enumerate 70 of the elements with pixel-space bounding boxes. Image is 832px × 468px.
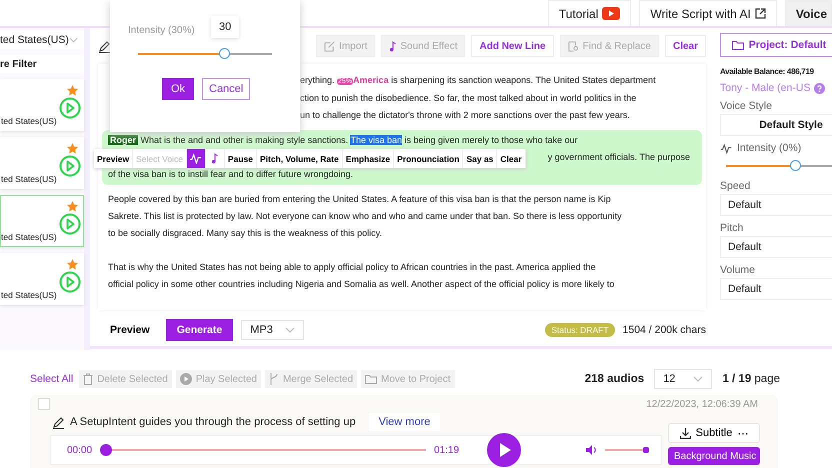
script-text: erything. [300, 75, 336, 85]
current-time: 00:00 [67, 444, 92, 456]
voice-card[interactable]: ted States(US) [0, 79, 84, 131]
setting-select[interactable]: Default [720, 194, 832, 216]
voice-language: ted States(US) [1, 116, 57, 126]
inline-tool-button[interactable]: Pause [224, 149, 257, 168]
view-more-link[interactable]: View more [368, 413, 440, 431]
subtitle-label: Subtitle [696, 427, 732, 439]
field-label: Volume [720, 264, 756, 276]
cancel-button[interactable]: Cancel [202, 78, 250, 100]
voice-language: ted States(US) [1, 232, 57, 242]
script-text: y government officials. The purpose [548, 152, 690, 162]
generate-button[interactable]: Generate [166, 319, 234, 341]
speaker-tag[interactable]: Roger [108, 135, 138, 145]
more-icon[interactable]: ⋯ [737, 426, 748, 440]
page-indicator: 1 / 19 page [722, 373, 780, 385]
script-text: ction to punish the disobedience. So far, the most talked about in world politics in the [300, 93, 636, 103]
toolbar-button[interactable]: Add New Line [471, 35, 554, 57]
script-text: un to challenge the dictator's throne with 2 more sanctions over the past few years. [300, 110, 630, 120]
field-label: Voice Style [720, 100, 773, 112]
filter-button[interactable]: re Filter [0, 55, 84, 73]
inline-tool-button[interactable]: Pitch, Volume, Rate [256, 149, 343, 168]
audio-text: A SetupIntent guides you through the process of setting up [70, 416, 356, 428]
balance-text: Available Balance: 486,719 [720, 67, 815, 76]
background-music-button[interactable]: Background Music [668, 447, 760, 465]
voice-language: ted States(US) [1, 290, 57, 300]
top-tab[interactable]: Voice [784, 0, 832, 26]
inline-tool-button[interactable]: Say as [463, 149, 498, 168]
inline-tool-button[interactable]: Preview [94, 149, 134, 168]
audio-count: 218 audios [584, 373, 644, 385]
setting-select[interactable]: Default [720, 278, 832, 300]
project-button[interactable]: Project: Default [720, 33, 832, 57]
script-text: of the visa ban is to instill fear and to differ future wrongdoing. [108, 169, 353, 179]
subtitle-button[interactable]: Subtitle ⋯ [668, 423, 760, 443]
script-text: What is the and and other is making style sanctions. [140, 135, 350, 145]
inline-tool-button[interactable]: Clear [497, 149, 526, 168]
script-text: is sharpening its sanction weapons. The United States department [390, 75, 656, 85]
script-text: is being given merely to those who take our [404, 135, 578, 145]
selected-text: The visa ban [350, 135, 402, 145]
script-text: to be socially disgraced. Many say this is the weakness of this policy. [108, 228, 382, 238]
top-tab[interactable]: Write Script with AI [639, 0, 777, 26]
voice-style-select[interactable]: Default Style [720, 114, 832, 136]
intensity-label: Intensity (0%) [737, 142, 802, 154]
ok-button[interactable]: Ok [162, 78, 194, 100]
field-label: Pitch [720, 222, 744, 234]
timestamp: 12/22/2023, 12:06:39 AM [646, 398, 758, 410]
page-size-select[interactable]: 12 [654, 369, 712, 389]
script-text: That is why the United States has not being able to apply official policy to African countries in the past. America applied the [108, 262, 596, 272]
script-text: People covered by this ban are buried from entering the United States. A feature of this visa ban is that the person name is Kip [108, 194, 611, 204]
status-badge: Status: DRAFT [545, 323, 615, 337]
inline-tool-button[interactable]: Pronounciation [394, 149, 464, 168]
script-text: Sakrete. This list is protected by law. Not everyone can know who and who and came under that ban. So there is less opportunity [108, 211, 622, 221]
emphasized-word: America [353, 75, 389, 85]
duration: 01:19 [434, 444, 460, 456]
format-select[interactable]: MP3 [241, 320, 304, 340]
language-select[interactable]: ted States(US) [0, 31, 84, 49]
voice-card[interactable]: ted States(US) [0, 253, 84, 305]
script-text: official policy in some other countries including Nigeria and Somalia as well. Another aspect of the official policy is more likely to [108, 279, 614, 289]
top-tab[interactable]: Tutorial [548, 0, 632, 26]
voice-card[interactable]: ted States(US) [0, 195, 84, 247]
setting-select[interactable]: Default [720, 236, 832, 258]
voice-language: ted States(US) [1, 174, 57, 184]
select-all-link[interactable]: Select All [28, 373, 76, 385]
inline-tool-button[interactable]: Emphasize [342, 149, 394, 168]
value-tooltip: 30 [211, 16, 240, 38]
field-label: Speed [720, 180, 752, 192]
toolbar-button[interactable]: Clear [664, 35, 706, 57]
intensity-label: Intensity (30%) [128, 25, 195, 36]
character-count: 1504 / 200k chars [622, 324, 706, 336]
voice-card[interactable]: ted States(US) [0, 137, 84, 189]
